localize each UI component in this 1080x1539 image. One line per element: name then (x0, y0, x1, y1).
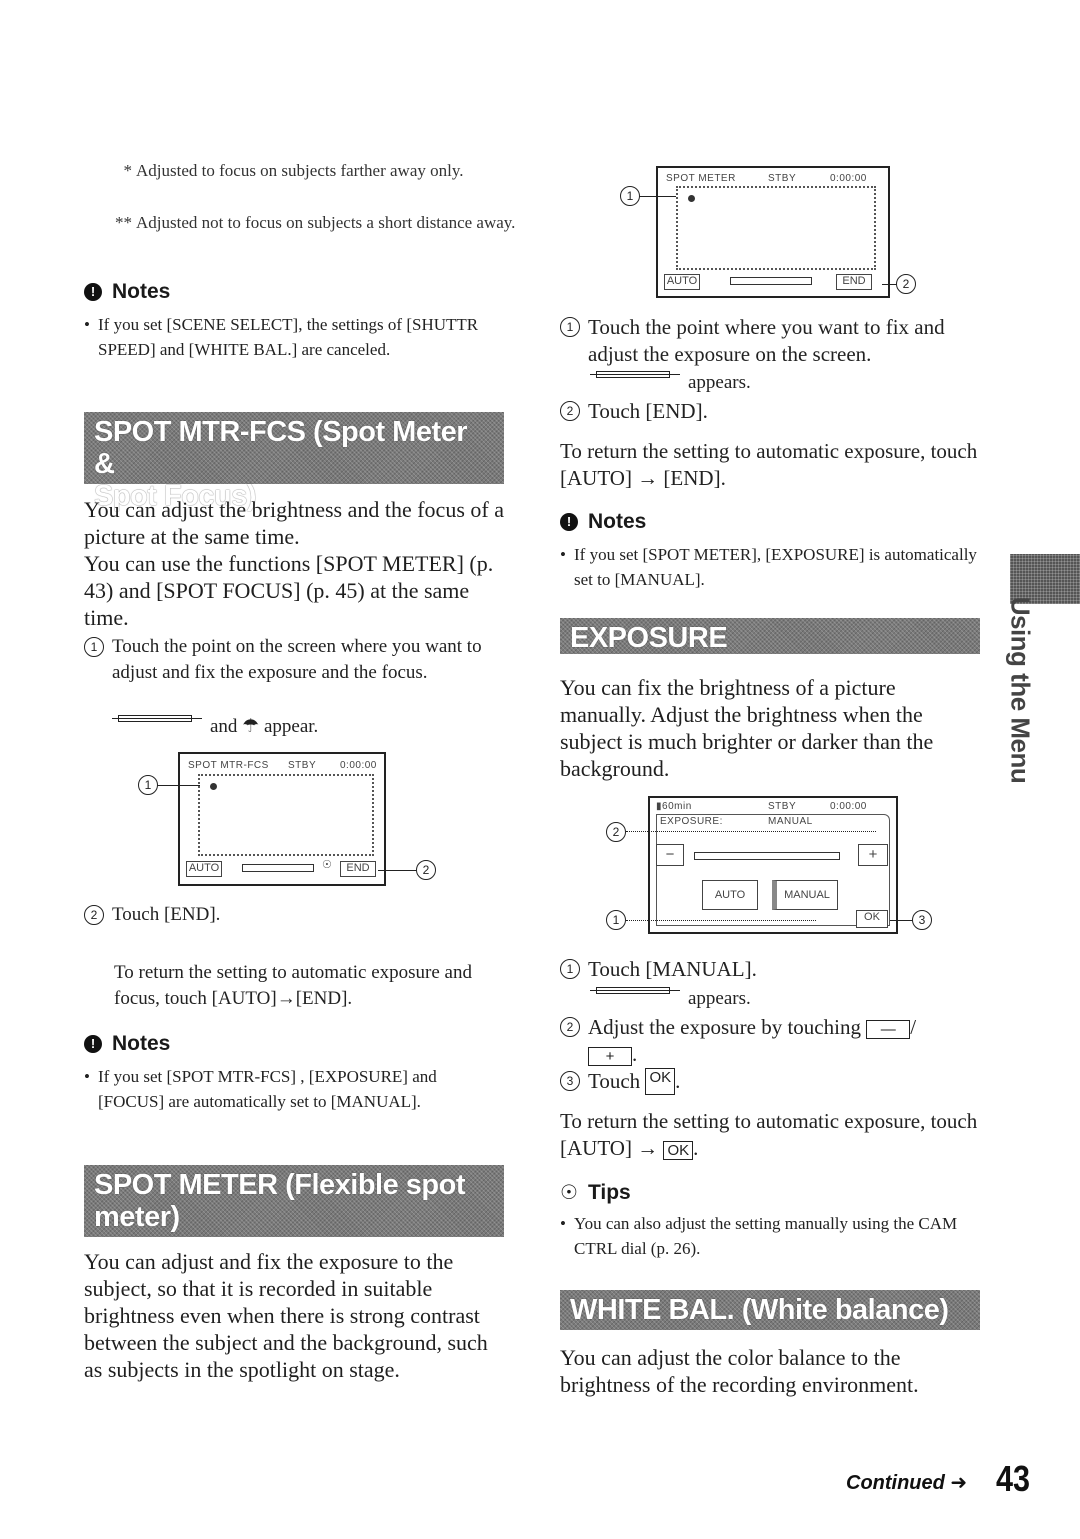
spot-mtr-fcs-step1-sub: and ☂ appear. (112, 714, 318, 740)
section-header-white-bal: WHITE BAL. (White balance) (560, 1290, 980, 1330)
callout-1: 1 (606, 910, 626, 930)
ok-icon: OK (663, 1140, 694, 1160)
tip-item: You can also adjust the setting manually… (560, 1211, 980, 1261)
exposure-bar-icon (590, 370, 680, 378)
end-button[interactable]: END (340, 861, 376, 877)
callout-2: 2 (416, 860, 436, 880)
auto-button[interactable]: AUTO (664, 274, 700, 290)
ok-button[interactable]: OK (856, 910, 888, 928)
exposure-slider[interactable] (730, 277, 812, 285)
exposure-lcd: ▮60min STBY 0:00:00 EXPOSURE: MANUAL − +… (648, 796, 898, 934)
callout-2: 2 (896, 274, 916, 294)
battery-indicator: ▮60min (656, 801, 692, 812)
callout-2: 2 (606, 822, 626, 842)
exposure-bar-icon (590, 986, 680, 994)
focus-icon: ☉ (322, 859, 332, 871)
plus-icon: + (588, 1046, 632, 1066)
continued-label: Continued ➜ (846, 1472, 968, 1494)
minus-button[interactable]: − (656, 844, 684, 866)
notes-block-3: !Notes If you set [SPOT METER], [EXPOSUR… (560, 510, 980, 592)
exposure-step1-sub: appears. (590, 986, 751, 1012)
note-item: If you set [SPOT MTR-FCS] , [EXPOSURE] a… (84, 1064, 504, 1114)
page-number: 43 (996, 1458, 1031, 1499)
spot-mtr-fcs-step2: 2 Touch [END]. (84, 902, 220, 928)
plus-button[interactable]: + (858, 844, 888, 866)
exposure-return: To return the setting to automatic expos… (560, 1109, 978, 1160)
exposure-slider[interactable] (242, 864, 314, 872)
notes-block-1: ! Notes If you set [SCENE SELECT], the se… (84, 280, 504, 362)
spot-marker (688, 195, 695, 202)
section-header-spot-mtr-fcs: SPOT MTR-FCS (Spot Meter & Spot Focus) (84, 412, 504, 512)
exposure-slider[interactable] (694, 852, 840, 860)
notes-icon: ! (560, 513, 578, 531)
arrow-right-icon: ➜ (944, 1472, 968, 1494)
exposure-para: You can fix the brightness of a picture … (560, 675, 934, 781)
notes-icon: ! (84, 283, 102, 301)
footnote-2: ** Adjusted not to focus on subjects a sh… (115, 213, 516, 232)
notes-block-2: !Notes If you set [SPOT MTR-FCS] , [EXPO… (84, 1032, 504, 1114)
spot-marker (210, 783, 217, 790)
auto-button[interactable]: AUTO (702, 880, 758, 910)
section-header-spot-meter: SPOT METER (Flexible spot meter) (84, 1165, 504, 1237)
spot-mtr-fcs-return: To return the setting to automatic expos… (114, 962, 472, 1009)
spot-mtr-fcs-para1: You can adjust the brightness and the fo… (84, 497, 504, 549)
callout-3: 3 (912, 910, 932, 930)
spot-mtr-fcs-lcd: SPOT MTR-FCS STBY 0:00:00 AUTO ☉ END (178, 752, 386, 886)
exposure-step2: 2 Adjust the exposure by touching — / +. (560, 1014, 980, 1068)
lightbulb-icon: ☉ (560, 1182, 578, 1204)
spot-meter-step2: 2 Touch [END]. (560, 398, 708, 425)
minus-icon: — (866, 1019, 911, 1039)
notes-icon: ! (84, 1035, 102, 1053)
note-item: If you set [SCENE SELECT], the settings … (84, 312, 504, 362)
spot-meter-step1-sub: appears. (590, 370, 751, 396)
spot-mtr-fcs-para2: You can use the functions [SPOT METER] (… (84, 551, 494, 630)
auto-button[interactable]: AUTO (186, 861, 222, 877)
section-header-exposure: EXPOSURE (560, 618, 980, 654)
end-button[interactable]: END (836, 274, 872, 290)
footnote-1: * Adjusted to focus on subjects farther a… (123, 161, 464, 180)
spot-meter-para: You can adjust and fix the exposure to t… (84, 1249, 488, 1382)
manual-button[interactable]: MANUAL (772, 880, 838, 910)
callout-1: 1 (620, 186, 640, 206)
note-item: If you set [SPOT METER], [EXPOSURE] is a… (560, 542, 980, 592)
tips-block: ☉Tips You can also adjust the setting ma… (560, 1180, 980, 1261)
callout-1: 1 (138, 775, 158, 795)
side-tab-label: Using the Menu (1005, 596, 1036, 784)
exposure-step1: 1 Touch [MANUAL]. (560, 956, 757, 983)
exposure-bar-icon (112, 714, 202, 722)
ok-icon: OK (645, 1068, 676, 1095)
spot-meter-lcd: SPOT METER STBY 0:00:00 AUTO END (656, 166, 890, 298)
spot-meter-step1: 1 Touch the point where you want to fix a… (560, 314, 980, 368)
spot-mtr-fcs-step1: 1 Touch the point on the screen where you… (84, 634, 509, 686)
lcd-viewfinder[interactable] (676, 186, 876, 270)
exposure-step3: 3 Touch OK. (560, 1068, 680, 1095)
white-bal-para: You can adjust the color balance to the … (560, 1345, 919, 1397)
spot-meter-return: To return the setting to automatic expos… (560, 439, 978, 490)
notes-heading: Notes (112, 280, 171, 303)
lcd-viewfinder[interactable] (198, 774, 374, 856)
